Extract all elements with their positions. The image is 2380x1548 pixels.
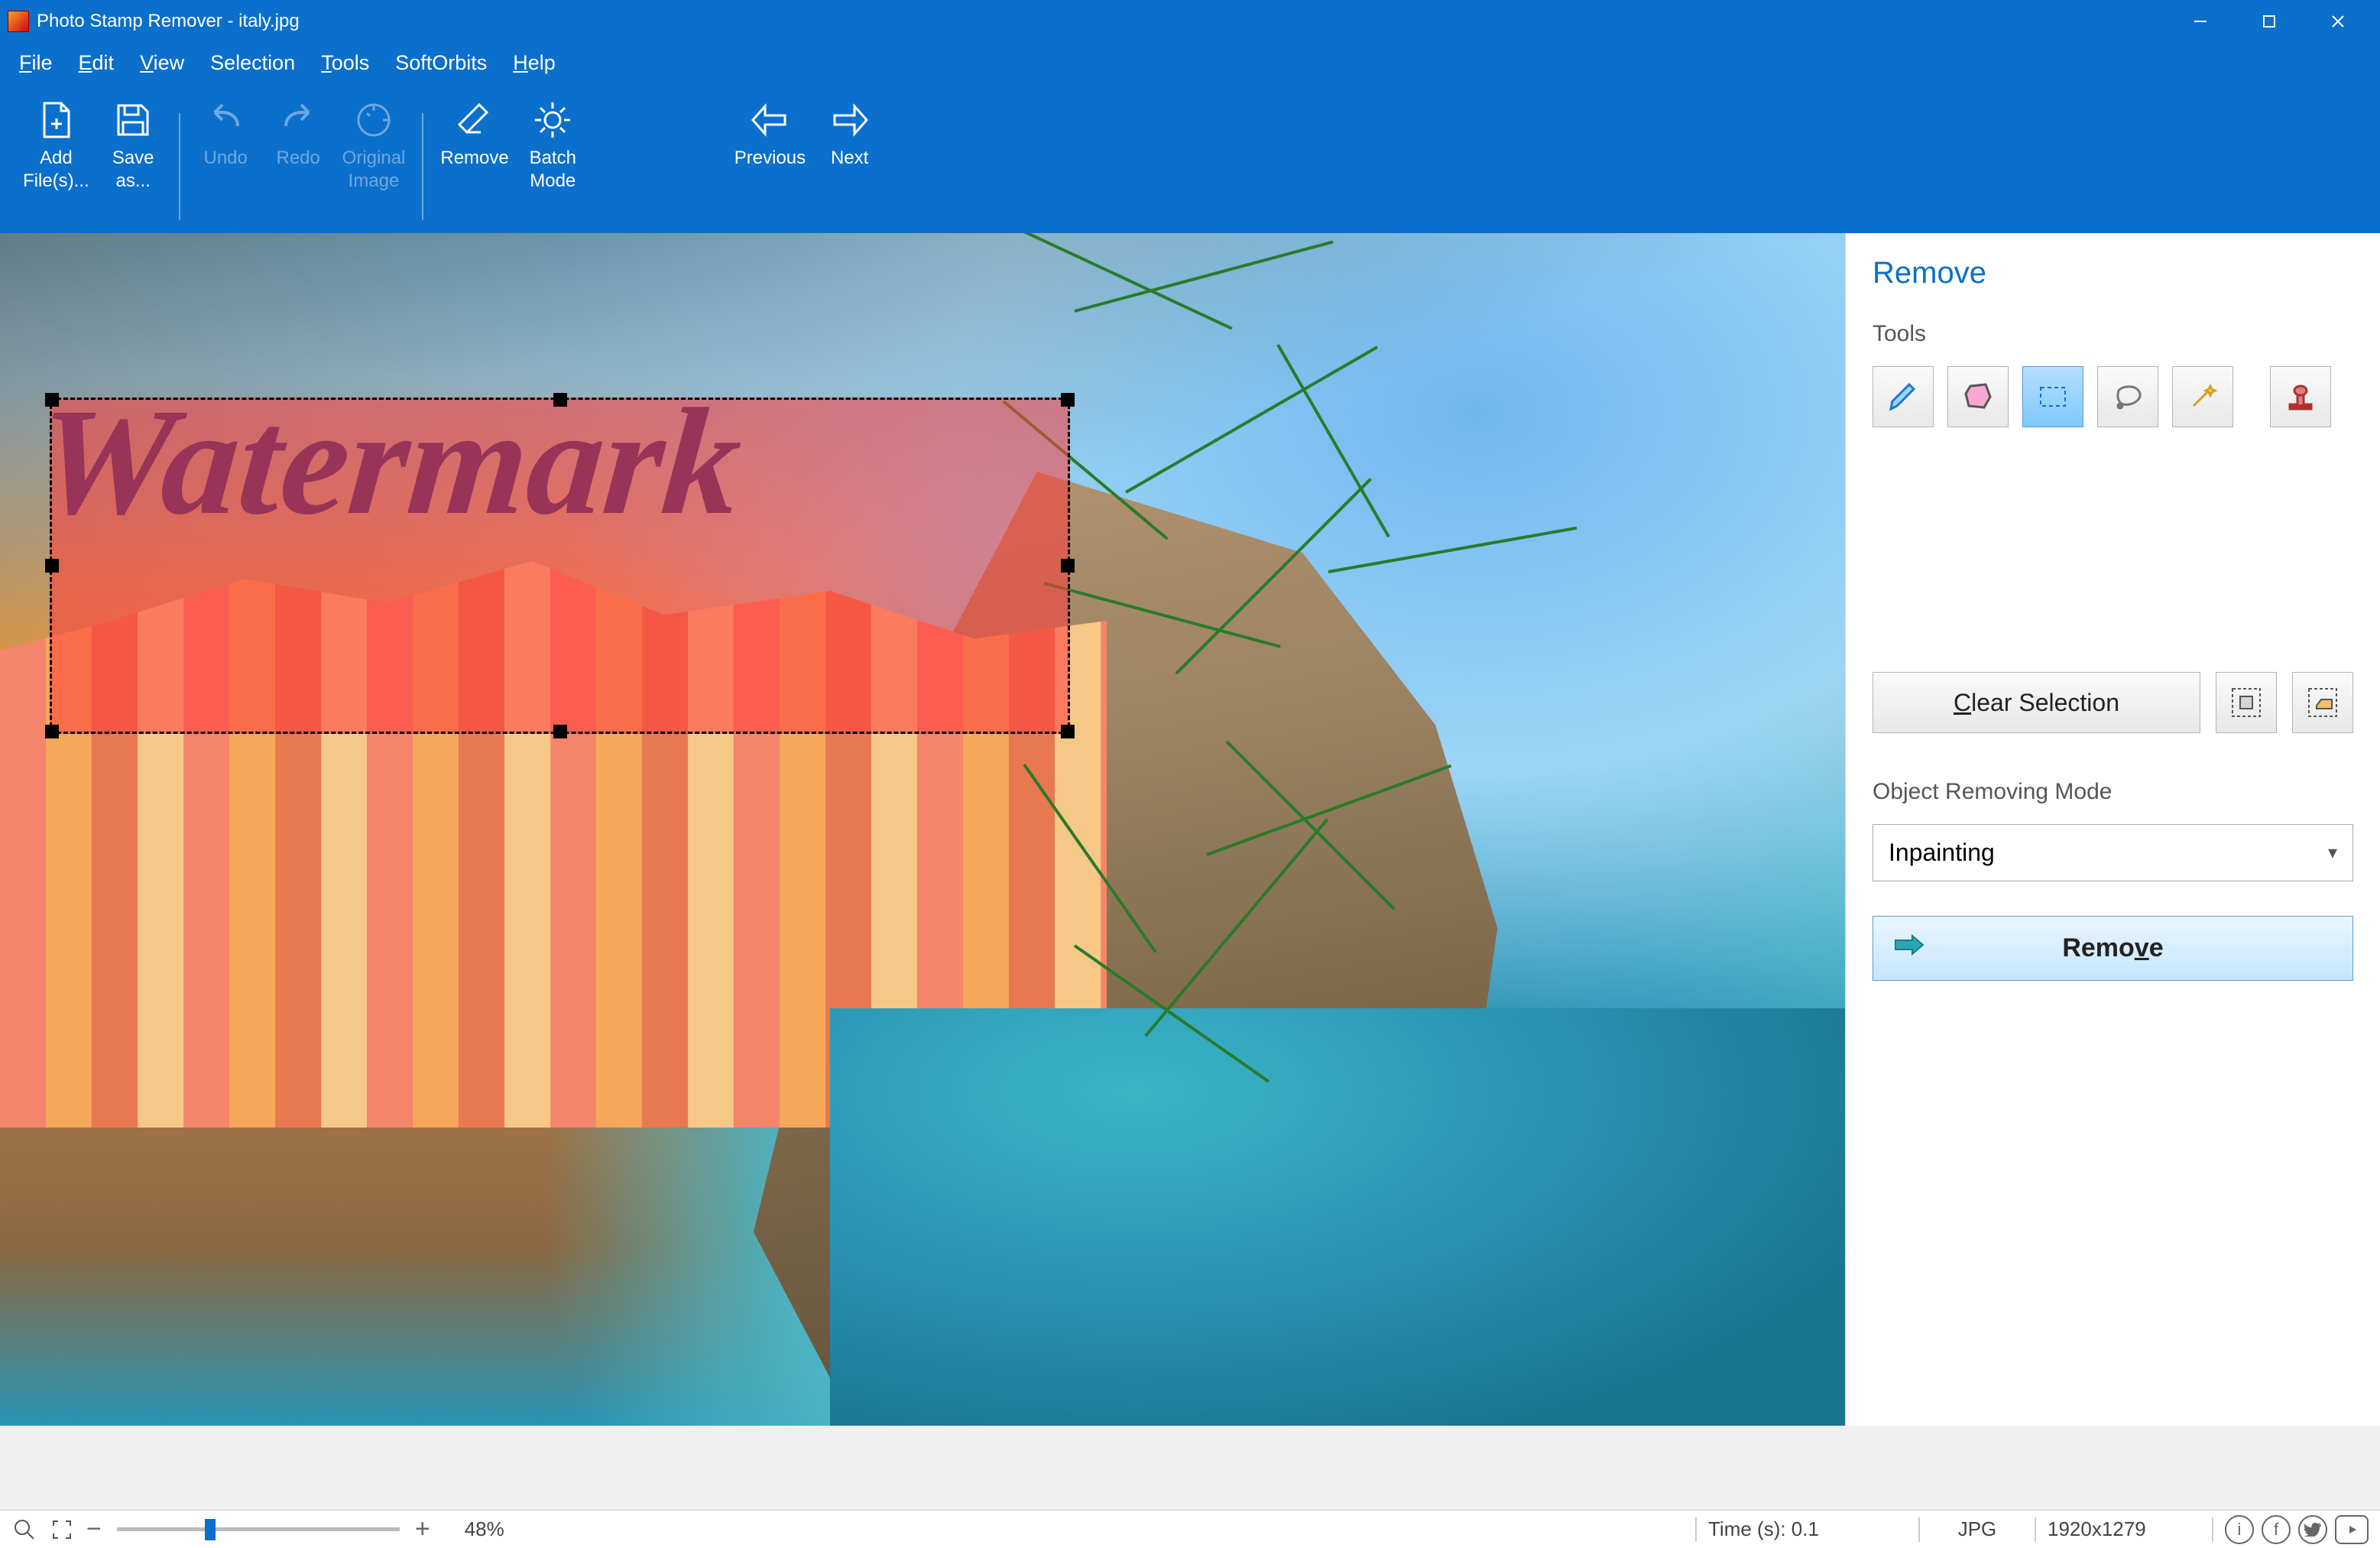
panel-title: Remove [1873,256,2353,290]
free-select-tool[interactable] [1947,366,2009,427]
undo-icon [204,93,247,147]
remove-toolbar-button[interactable]: Remove [433,93,516,223]
window-controls [2166,0,2372,42]
youtube-icon[interactable] [2335,1515,2369,1544]
info-icon[interactable]: i [2225,1515,2254,1544]
stamp-tool[interactable] [2270,366,2331,427]
toolbar: Add File(s)... Saveas... Undo Redo Origi… [0,84,2380,233]
undo-button[interactable]: Undo [190,93,262,223]
status-bar: − + 48% Time (s): 0.1 JPG 1920x1279 i f [0,1510,2380,1548]
original-image-icon [353,93,394,147]
status-format: JPG [1931,1517,2023,1541]
arrow-left-icon [748,93,791,147]
eraser-icon [453,93,496,147]
redo-button[interactable]: Redo [262,93,335,223]
clear-selection-button[interactable]: Clear Selection [1873,672,2200,733]
gear-icon [532,93,573,147]
selection-actions: Clear Selection [1873,672,2353,733]
add-file-icon [37,93,75,147]
previous-button[interactable]: Previous [727,93,813,223]
tools-row [1873,366,2353,427]
magic-wand-tool[interactable] [2172,366,2233,427]
main-area: Watermark Remove Tools Clear Selection [0,233,2380,1426]
app-icon [8,11,29,32]
menu-file[interactable]: File [19,51,53,75]
toolbar-separator [179,113,180,220]
next-button[interactable]: Next [813,93,886,223]
zoom-slider[interactable]: − + [86,1514,430,1544]
slider-track[interactable] [117,1527,400,1531]
status-time: Time (s): 0.1 [1708,1517,1907,1541]
save-selection-button[interactable] [2216,672,2277,733]
minimize-button[interactable] [2166,0,2235,42]
selection-handle[interactable] [1061,393,1075,407]
window-title: Photo Stamp Remover - italy.jpg [37,11,300,32]
bottom-strip [0,1426,2380,1510]
menu-softorbits[interactable]: SoftOrbits [395,51,487,75]
add-files-button[interactable]: Add File(s)... [15,93,97,223]
selection-handle[interactable] [1061,559,1075,573]
social-links: i f [2225,1515,2369,1544]
arrow-right-icon [828,93,871,147]
load-selection-button[interactable] [2292,672,2353,733]
toolbar-separator [422,113,423,220]
selection-rectangle[interactable] [50,398,1070,734]
mode-select[interactable]: Inpainting [1873,824,2353,881]
menu-view[interactable]: View [140,51,184,75]
rectangle-select-tool[interactable] [2022,366,2083,427]
marker-tool[interactable] [1873,366,1934,427]
selection-handle[interactable] [45,559,59,573]
selection-handle[interactable] [1061,725,1075,738]
menu-tools[interactable]: Tools [321,51,369,75]
arrow-right-icon [1892,933,1926,964]
zoom-percent: 48% [465,1517,504,1541]
selection-handle[interactable] [553,393,567,407]
save-as-button[interactable]: Saveas... [97,93,170,223]
title-bar: Photo Stamp Remover - italy.jpg [0,0,2380,42]
close-button[interactable] [2304,0,2372,42]
mode-label: Object Removing Mode [1873,779,2353,805]
zoom-in-icon[interactable]: + [415,1514,430,1544]
menu-edit[interactable]: Edit [79,51,115,75]
status-dimensions: 1920x1279 [2048,1517,2200,1541]
redo-icon [277,93,319,147]
fit-screen-icon[interactable] [49,1517,75,1543]
side-panel: Remove Tools Clear Selection Object Remo… [1845,233,2380,1426]
save-icon [112,93,154,147]
menu-help[interactable]: Help [513,51,556,75]
zoom-out-icon[interactable]: − [86,1514,102,1544]
facebook-icon[interactable]: f [2262,1515,2291,1544]
selection-handle[interactable] [45,393,59,407]
twitter-icon[interactable] [2298,1515,2327,1544]
lasso-tool[interactable] [2097,366,2158,427]
selection-handle[interactable] [45,725,59,738]
menu-selection[interactable]: Selection [210,51,295,75]
zoom-tool-icon[interactable] [11,1517,37,1543]
batch-mode-button[interactable]: Batch Mode [517,93,589,223]
image-canvas[interactable]: Watermark [0,233,1845,1426]
slider-thumb[interactable] [205,1519,216,1540]
remove-button[interactable]: Remove [1873,916,2353,981]
photo-sea [830,1008,1845,1426]
maximize-button[interactable] [2235,0,2304,42]
selection-handle[interactable] [553,725,567,738]
menu-bar: File Edit View Selection Tools SoftOrbit… [0,42,2380,84]
tools-label: Tools [1873,321,2353,347]
original-image-button[interactable]: Original Image [335,93,413,223]
